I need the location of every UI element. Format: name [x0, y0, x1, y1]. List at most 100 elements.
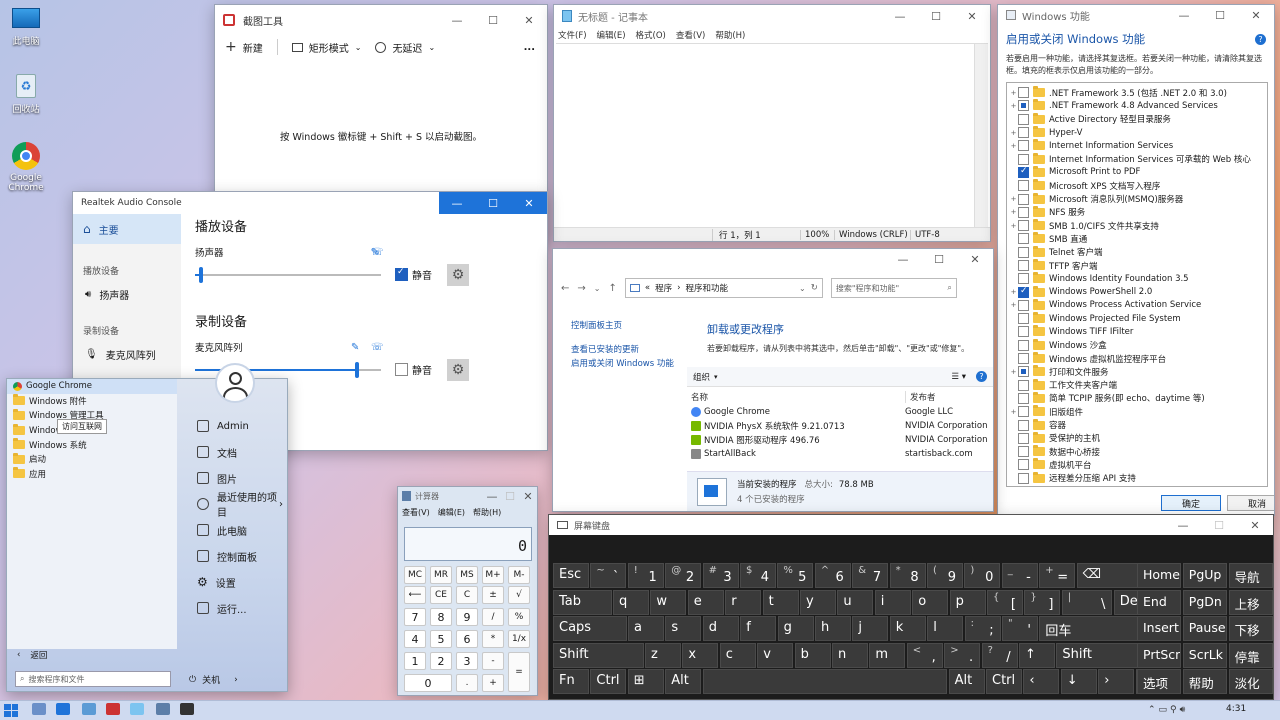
calc-key[interactable]: ± [482, 586, 504, 604]
feature-item[interactable]: 数据中心桥接 [1009, 445, 1265, 458]
menu-format[interactable]: 格式(O) [636, 29, 666, 41]
osk-side-key[interactable]: PgDn [1182, 589, 1228, 615]
expand-icon[interactable]: + [1009, 208, 1018, 216]
feature-checkbox[interactable] [1018, 286, 1029, 298]
calc-key[interactable]: 6 [456, 630, 478, 648]
osk-side-key[interactable]: Home [1137, 563, 1182, 588]
expand-icon[interactable]: + [1009, 142, 1018, 150]
osk-side-key[interactable]: 上移 [1228, 589, 1273, 615]
calc-menu-view[interactable]: 查看(V) [402, 507, 430, 518]
up-icon[interactable]: ↑ [608, 283, 616, 294]
calc-key[interactable]: MS [456, 566, 478, 584]
feature-checkbox[interactable] [1018, 339, 1029, 351]
search-programs-input[interactable]: 搜索"程序和功能" ⌕ [830, 278, 957, 298]
feature-item[interactable]: + Windows PowerShell 2.0 [1009, 285, 1265, 298]
maximize-icon[interactable]: ☐ [1202, 5, 1238, 25]
feature-checkbox[interactable] [1018, 100, 1029, 112]
feature-checkbox[interactable] [1018, 366, 1029, 378]
osk-key[interactable]: @2 [665, 563, 702, 588]
tray-icons[interactable]: ⌃▭⚲🔊︎ [1148, 705, 1188, 715]
osk-key[interactable]: * 8 [889, 563, 926, 588]
osk-key[interactable]: Caps [553, 616, 627, 641]
osk-key[interactable]: + = [1039, 563, 1076, 588]
feature-item[interactable]: Microsoft Print to PDF [1009, 165, 1265, 179]
osk-key[interactable]: r [725, 589, 762, 615]
maximize-icon[interactable]: ☐ [475, 5, 511, 35]
calc-menu-help[interactable]: 帮助(H) [473, 507, 501, 518]
feature-item[interactable]: 受保护的主机 [1009, 431, 1265, 445]
feature-checkbox[interactable] [1018, 273, 1029, 285]
feature-item[interactable]: Windows TIFF IFilter [1009, 325, 1265, 338]
maximize-icon[interactable]: ☐ [1201, 515, 1237, 535]
task-notepad-icon[interactable] [130, 703, 144, 715]
osk-side-key[interactable]: End [1137, 589, 1182, 615]
shutdown-button[interactable]: ⏻ 关机 › [189, 673, 238, 687]
start-button[interactable] [4, 704, 18, 717]
osk-key[interactable]: u [837, 589, 874, 615]
menu-help[interactable]: 帮助(H) [715, 29, 745, 41]
osk-key[interactable]: $4 [740, 563, 776, 588]
close-icon[interactable]: ✕ [1238, 5, 1274, 25]
minimize-icon[interactable]: — [439, 5, 475, 35]
feature-checkbox[interactable] [1018, 246, 1029, 258]
osk-key[interactable]: a [628, 616, 664, 641]
osk-key[interactable]: <, [906, 642, 943, 668]
calc-key[interactable]: C [456, 586, 478, 604]
feature-checkbox[interactable] [1018, 180, 1029, 192]
osk-key[interactable]: ! 1 [627, 563, 664, 588]
feature-checkbox[interactable] [1018, 406, 1029, 418]
feature-checkbox[interactable] [1018, 153, 1029, 165]
calc-key[interactable]: 3 [456, 652, 478, 670]
calc-key[interactable]: 5 [430, 630, 452, 648]
osk-side-key[interactable]: 帮助 [1182, 669, 1228, 694]
osk-key[interactable]: ) 0 [964, 563, 1001, 588]
feature-checkbox[interactable] [1018, 379, 1029, 391]
address-bar[interactable]: «程序 › 程序和功能 ⌄ ↻ [624, 278, 823, 298]
menu-edit[interactable]: 编辑(E) [597, 29, 626, 41]
view-options-icon[interactable]: ☰ ▾ [951, 372, 966, 382]
osk-key[interactable]: | \ [1061, 589, 1113, 615]
minimize-icon[interactable]: — [882, 5, 918, 27]
control-panel-home-link[interactable]: 控制面板主页 [571, 319, 674, 333]
calc-key[interactable]: 9 [456, 608, 478, 626]
osk-key[interactable]: c [719, 642, 756, 668]
calc-menu-edit[interactable]: 编辑(E) [438, 507, 465, 518]
calc-key[interactable]: 8 [430, 608, 452, 626]
osk-side-key[interactable]: 停靠 [1228, 642, 1273, 668]
table-row[interactable]: NVIDIA 图形驱动程序 496.76 NVIDIA Corporation [691, 433, 991, 447]
feature-checkbox[interactable] [1018, 113, 1029, 125]
osk-key[interactable]: v [757, 642, 794, 668]
maximize-icon[interactable]: ☐ [475, 192, 511, 214]
task-snip-icon[interactable] [106, 703, 120, 715]
feature-checkbox[interactable] [1018, 432, 1029, 444]
feature-item[interactable]: + Microsoft 消息队列(MSMQ)服务器 [1009, 192, 1265, 205]
calc-key[interactable]: 0 [404, 674, 452, 692]
calc-key[interactable]: + [482, 674, 504, 692]
feature-item[interactable]: 简单 TCPIP 服务(即 echo、daytime 等) [1009, 391, 1265, 405]
feature-checkbox[interactable] [1018, 87, 1029, 99]
help-icon[interactable]: ? [1255, 33, 1266, 45]
expand-icon[interactable]: + [1009, 288, 1018, 296]
feature-checkbox[interactable] [1018, 326, 1029, 338]
view-updates-link[interactable]: 查看已安装的更新 [571, 343, 674, 357]
task-realtek-icon[interactable] [56, 703, 70, 715]
osk-key[interactable]: :; [964, 616, 1001, 641]
link-icon[interactable]: ☏ [371, 342, 384, 353]
chevron-down-icon[interactable]: ⌄ [594, 284, 601, 293]
task-explorer-icon[interactable] [32, 703, 46, 715]
calc-key[interactable]: - [482, 652, 504, 670]
minimize-icon[interactable]: — [1166, 5, 1202, 25]
feature-item[interactable]: TFTP 客户端 [1009, 259, 1265, 272]
osk-key[interactable]: Shift [553, 642, 644, 668]
help-icon[interactable]: ? [976, 371, 987, 382]
close-icon[interactable]: ✕ [519, 487, 537, 505]
feature-item[interactable]: Windows Projected File System [1009, 312, 1265, 325]
calc-key[interactable]: 1 [404, 652, 426, 670]
expand-icon[interactable]: + [1009, 89, 1018, 97]
feature-item[interactable]: + 旧版组件 [1009, 405, 1265, 418]
start-search-input[interactable]: ⌕ 搜索程序和文件 [15, 671, 171, 687]
osk-key[interactable]: ↓ [1060, 669, 1097, 694]
start-documents[interactable]: 文档 [185, 439, 289, 465]
expand-icon[interactable]: + [1009, 301, 1018, 309]
osk-key[interactable]: o [912, 589, 949, 615]
